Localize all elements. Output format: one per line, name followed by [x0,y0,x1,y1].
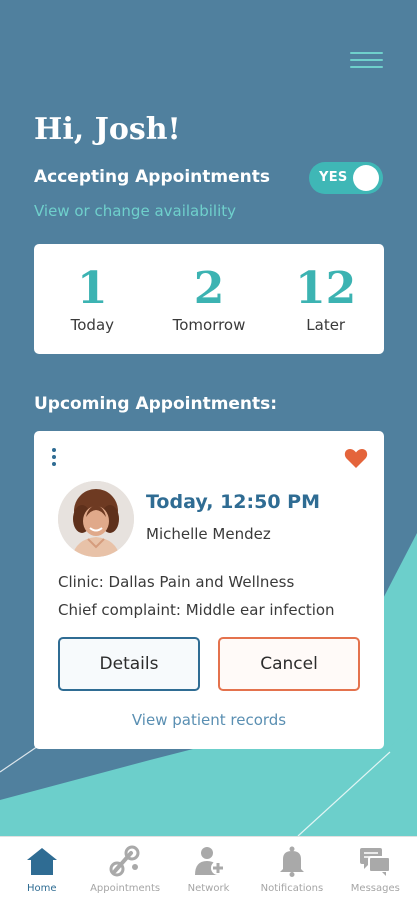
stat-later[interactable]: 12 Later [267,244,384,354]
appointment-card: Today, 12:50 PM Michelle Mendez Clinic: … [34,431,384,749]
home-icon [26,848,57,875]
menu-icon[interactable] [348,48,384,72]
patient-name: Michelle Mendez [146,525,271,543]
appointment-time: Today, 12:50 PM [146,491,320,513]
change-availability-link[interactable]: View or change availability [34,202,236,220]
nav-item-messages[interactable]: Messages [334,837,417,900]
messages-icon [360,848,392,876]
stat-tomorrow[interactable]: 2 Tomorrow [151,244,268,354]
nav-label-notifications: Notifications [260,883,324,894]
stat-today-label: Today [70,316,115,334]
nav-label-appointments: Appointments [90,883,161,894]
stat-tomorrow-count: 2 [193,263,225,314]
chief-complaint: Chief complaint: Middle ear infection [58,601,335,619]
greeting-title: Hi, Josh! [34,112,181,147]
cancel-button[interactable]: Cancel [218,637,360,691]
stat-later-count: 12 [295,263,357,314]
stat-today[interactable]: 1 Today [34,244,151,354]
bell-icon [279,846,304,877]
nav-label-network: Network [187,883,230,894]
accepting-appointments-label: Accepting Appointments [34,167,270,187]
more-options-icon[interactable] [48,447,60,469]
nav-item-network[interactable]: Network [167,837,250,900]
nav-item-notifications[interactable]: Notifications [250,837,333,900]
clinic-name: Clinic: Dallas Pain and Wellness [58,573,295,591]
toggle-knob [353,165,379,191]
stat-later-label: Later [306,316,346,334]
appointment-stats-card: 1 Today 2 Tomorrow 12 Later [34,244,384,354]
bottom-navigation: Home Appointments Network Notifications … [0,836,417,900]
patient-avatar [58,481,134,557]
network-icon [194,847,225,875]
stat-today-count: 1 [77,263,108,314]
favorite-heart-icon[interactable] [344,447,368,469]
app-screen: Hi, Josh! Accepting Appointments YES Vie… [0,0,417,900]
stat-tomorrow-label: Tomorrow [172,316,246,334]
details-button[interactable]: Details [58,637,200,691]
appointments-icon [109,845,140,877]
view-patient-records-link[interactable]: View patient records [34,711,384,729]
nav-label-messages: Messages [350,883,400,894]
upcoming-appointments-heading: Upcoming Appointments: [34,394,278,414]
accepting-appointments-toggle[interactable]: YES [309,162,383,194]
nav-item-appointments[interactable]: Appointments [83,837,166,900]
toggle-state-label: YES [319,170,348,185]
nav-item-home[interactable]: Home [0,837,83,900]
nav-label-home: Home [26,883,57,894]
